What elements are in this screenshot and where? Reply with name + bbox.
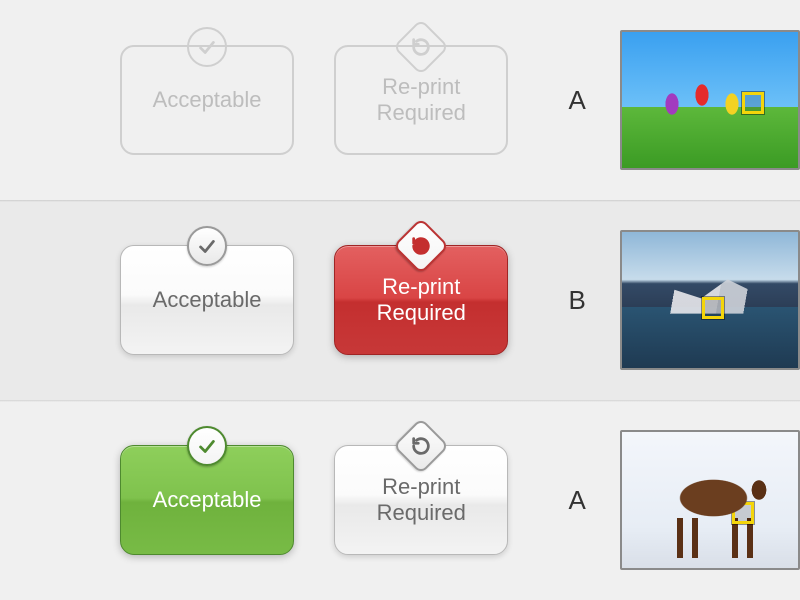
- thumbnail[interactable]: [620, 30, 800, 170]
- check-icon: [187, 426, 227, 466]
- reprint-label: Re-print Required: [377, 74, 466, 127]
- reprint-label: Re-print Required: [377, 274, 466, 327]
- thumbnail[interactable]: [620, 230, 800, 370]
- reprint-button[interactable]: Re-print Required: [334, 245, 508, 355]
- reload-icon: [393, 418, 450, 475]
- reprint-button: Re-print Required: [334, 45, 508, 155]
- reprint-button[interactable]: Re-print Required: [334, 445, 508, 555]
- reload-icon: [393, 19, 450, 76]
- check-icon: [187, 226, 227, 266]
- acceptable-button[interactable]: Acceptable: [120, 445, 294, 555]
- row-label: A: [548, 85, 606, 116]
- thumbnail[interactable]: [620, 430, 800, 570]
- acceptable-button[interactable]: Acceptable: [120, 245, 294, 355]
- reload-icon: [393, 218, 450, 275]
- row-label: A: [548, 485, 606, 516]
- review-row: Acceptable Re-print Required A: [0, 400, 800, 600]
- defect-marker: [742, 92, 764, 114]
- review-row: Acceptable Re-print Required A: [0, 0, 800, 200]
- acceptable-label: Acceptable: [153, 487, 262, 513]
- acceptable-label: Acceptable: [153, 87, 262, 113]
- acceptable-label: Acceptable: [153, 287, 262, 313]
- defect-marker: [732, 502, 754, 524]
- review-row: Acceptable Re-print Required B: [0, 200, 800, 400]
- defect-marker: [702, 297, 724, 319]
- reprint-label: Re-print Required: [377, 474, 466, 527]
- acceptable-button: Acceptable: [120, 45, 294, 155]
- check-icon: [187, 27, 227, 67]
- row-label: B: [548, 285, 606, 316]
